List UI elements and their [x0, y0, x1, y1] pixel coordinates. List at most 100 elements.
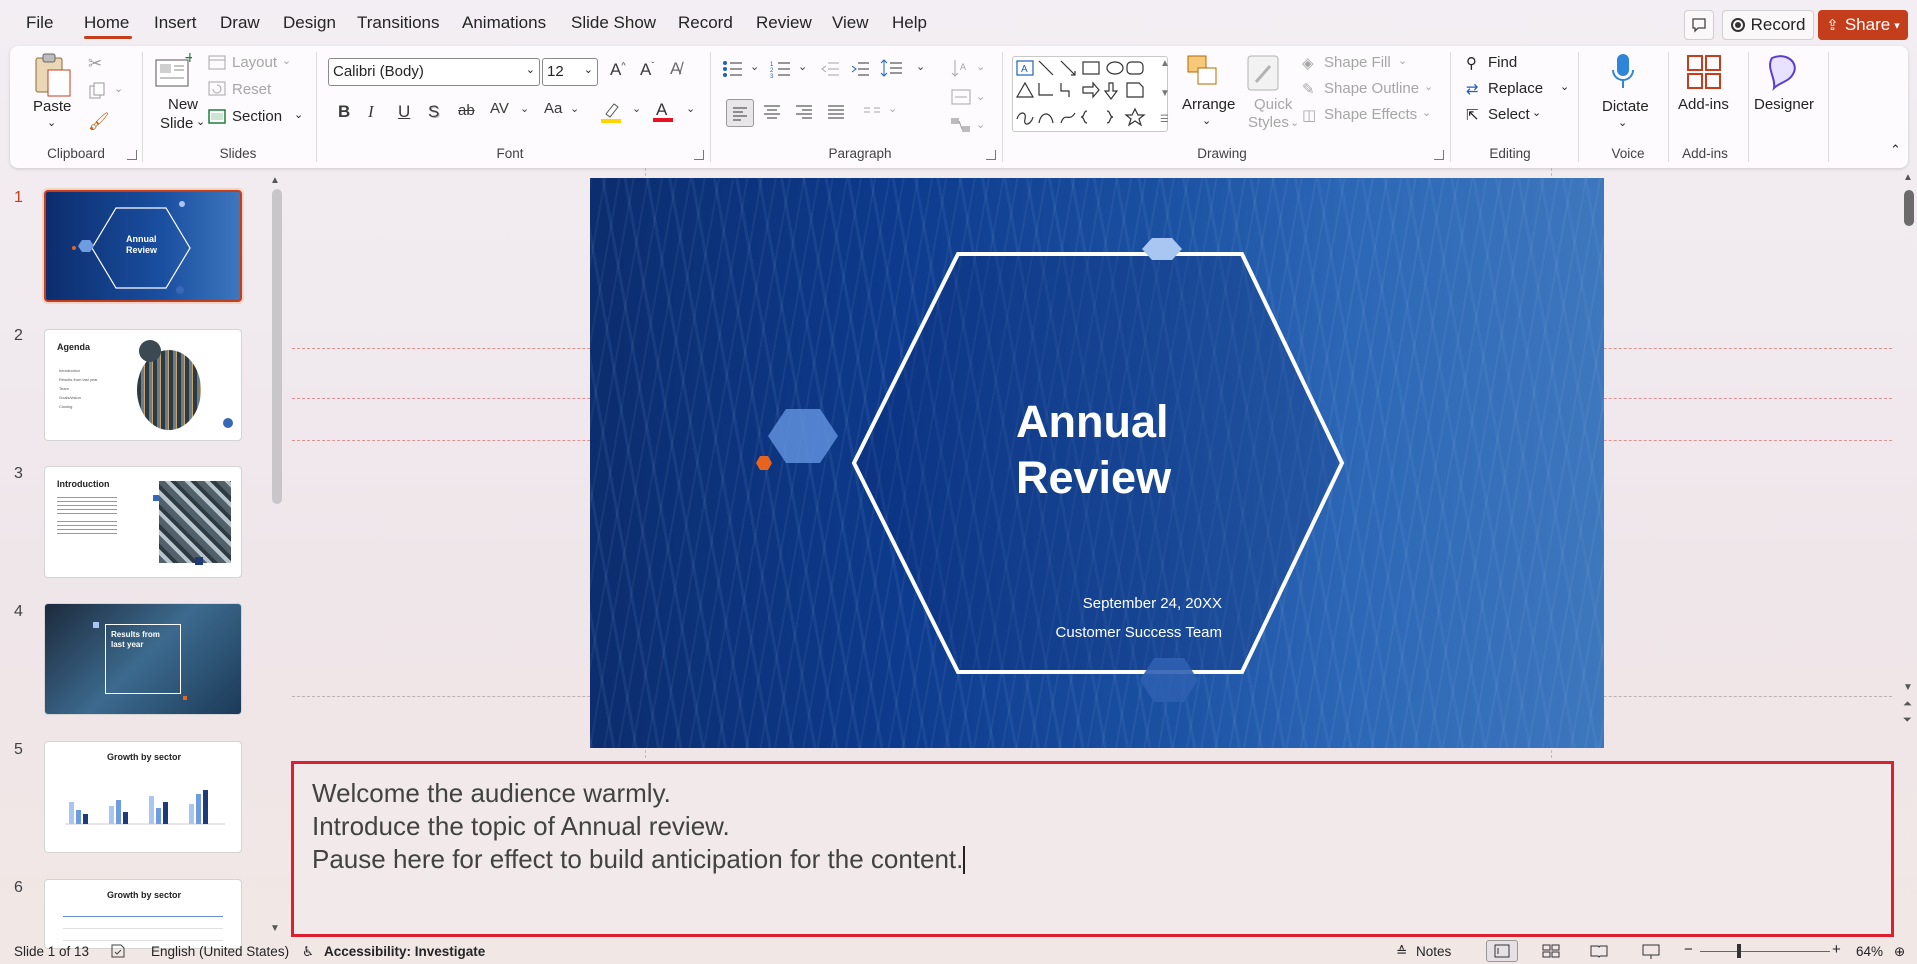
copy-dropdown-icon[interactable]: ⌄: [114, 82, 123, 95]
font-size-select[interactable]: 12 ⌄: [542, 58, 598, 86]
shapes-scroll-down-icon[interactable]: ▼: [1160, 88, 1170, 99]
editor-scroll-up-icon[interactable]: ▲: [1903, 172, 1913, 183]
menu-insert[interactable]: Insert: [154, 13, 197, 33]
microphone-icon[interactable]: [1610, 52, 1636, 95]
shapes-gallery[interactable]: A: [1012, 56, 1168, 132]
find-button[interactable]: Find: [1488, 54, 1517, 71]
italic-icon[interactable]: I: [368, 102, 374, 122]
shape-outline-button[interactable]: Shape Outline: [1324, 80, 1419, 97]
shape-outline-icon[interactable]: ✎: [1302, 80, 1315, 98]
highlight-dropdown-icon[interactable]: ⌄: [632, 102, 641, 115]
dictate-dropdown-icon[interactable]: ⌄: [1618, 116, 1627, 129]
change-case-dropdown-icon[interactable]: ⌄: [570, 102, 579, 115]
slide-show-icon[interactable]: [1642, 944, 1660, 963]
format-painter-icon[interactable]: 🖌: [88, 112, 110, 132]
next-slide-icon[interactable]: ⏷: [1903, 714, 1912, 727]
quick-styles-label-2[interactable]: Styles: [1248, 114, 1289, 131]
line-spacing-icon[interactable]: [880, 58, 904, 81]
arrange-button[interactable]: Arrange: [1182, 96, 1235, 113]
addins-button[interactable]: Add-ins: [1678, 96, 1729, 113]
shape-effects-icon[interactable]: ◫: [1302, 106, 1316, 124]
cut-icon[interactable]: ✂: [88, 54, 102, 74]
select-icon[interactable]: ⇱: [1466, 106, 1479, 124]
slide-thumbnail-5[interactable]: Growth by sector: [44, 741, 242, 853]
menu-record[interactable]: Record: [678, 13, 733, 33]
change-case-icon[interactable]: Aa: [544, 100, 562, 117]
shape-fill-button[interactable]: Shape Fill: [1324, 54, 1391, 71]
reading-view-icon[interactable]: [1590, 944, 1608, 961]
copy-icon[interactable]: [88, 82, 106, 103]
shape-fill-icon[interactable]: ◈: [1302, 54, 1314, 72]
shape-effects-dropdown-icon[interactable]: ⌄: [1422, 106, 1431, 119]
align-center-icon[interactable]: [762, 102, 782, 125]
quick-styles-dropdown-icon[interactable]: ⌄: [1290, 116, 1299, 129]
menu-help[interactable]: Help: [892, 13, 927, 33]
shape-outline-dropdown-icon[interactable]: ⌄: [1424, 80, 1433, 93]
layout-dropdown-icon[interactable]: ⌄: [282, 54, 291, 67]
zoom-level[interactable]: 64%: [1856, 944, 1883, 959]
zoom-in-icon[interactable]: +: [1832, 941, 1841, 958]
decrease-indent-icon[interactable]: [820, 60, 840, 81]
notes-button[interactable]: Notes: [1416, 944, 1451, 959]
arrange-dropdown-icon[interactable]: ⌄: [1202, 114, 1211, 127]
replace-icon[interactable]: ⇄: [1466, 80, 1479, 98]
justify-icon[interactable]: [826, 102, 846, 125]
font-color-icon[interactable]: A: [652, 98, 674, 127]
replace-button[interactable]: Replace: [1488, 80, 1543, 97]
decrease-font-size-icon[interactable]: Aˇ: [640, 60, 654, 80]
menu-design[interactable]: Design: [283, 13, 336, 33]
quick-styles-label-1[interactable]: Quick: [1254, 96, 1292, 113]
zoom-slider-thumb[interactable]: [1737, 944, 1741, 958]
previous-slide-icon[interactable]: ⏶: [1903, 698, 1912, 711]
spelling-icon[interactable]: [110, 944, 126, 961]
comments-button[interactable]: [1684, 10, 1714, 40]
align-text-dropdown-icon[interactable]: ⌄: [976, 90, 985, 103]
designer-icon[interactable]: [1766, 52, 1802, 95]
slide-team[interactable]: Customer Success Team: [962, 624, 1222, 641]
accessibility-status[interactable]: Accessibility: Investigate: [324, 944, 485, 959]
slide-date[interactable]: September 24, 20XX: [962, 595, 1222, 612]
menu-file[interactable]: File: [26, 13, 53, 33]
paragraph-dialog-launcher[interactable]: [986, 150, 996, 160]
underline-icon[interactable]: U: [398, 102, 410, 122]
layout-icon[interactable]: [208, 55, 226, 74]
zoom-out-icon[interactable]: −: [1684, 941, 1693, 958]
reset-icon[interactable]: [208, 81, 226, 100]
paste-button[interactable]: [30, 52, 74, 102]
menu-home[interactable]: Home: [84, 13, 129, 33]
font-color-dropdown-icon[interactable]: ⌄: [686, 102, 695, 115]
notes-icon[interactable]: ≙: [1396, 944, 1407, 960]
numbering-dropdown-icon[interactable]: ⌄: [798, 60, 807, 73]
slide-thumbnail-3[interactable]: Introduction: [44, 466, 242, 578]
numbering-icon[interactable]: 123: [770, 60, 792, 81]
smartart-dropdown-icon[interactable]: ⌄: [976, 118, 985, 131]
shapes-more-icon[interactable]: ☰: [1160, 114, 1169, 125]
character-spacing-icon[interactable]: AV: [490, 100, 509, 117]
increase-indent-icon[interactable]: [850, 60, 870, 81]
slide-thumbnail-2[interactable]: Agenda Introduction Results from last ye…: [44, 329, 242, 441]
speaker-notes-pane[interactable]: Welcome the audience warmly. Introduce t…: [291, 761, 1894, 937]
arrange-icon[interactable]: [1186, 54, 1222, 93]
slide-sorter-icon[interactable]: [1542, 944, 1560, 961]
paste-dropdown-icon[interactable]: ⌄: [47, 116, 56, 129]
select-dropdown-icon[interactable]: ⌄: [1532, 106, 1541, 119]
language-status[interactable]: English (United States): [151, 944, 289, 959]
new-slide-button[interactable]: +: [154, 50, 196, 95]
accessibility-icon[interactable]: ♿: [302, 944, 314, 960]
layout-button[interactable]: Layout: [232, 54, 277, 71]
bold-icon[interactable]: B: [338, 102, 350, 122]
smartart-icon[interactable]: [950, 116, 972, 137]
collapse-ribbon-icon[interactable]: ⌃: [1890, 142, 1901, 158]
line-spacing-dropdown-icon[interactable]: ⌄: [916, 60, 925, 73]
zoom-slider-track[interactable]: [1700, 951, 1830, 952]
text-direction-dropdown-icon[interactable]: ⌄: [976, 60, 985, 73]
align-right-icon[interactable]: [794, 102, 814, 125]
drawing-dialog-launcher[interactable]: [1434, 150, 1444, 160]
text-direction-icon[interactable]: A: [950, 58, 970, 81]
slide-thumbnail-1[interactable]: Annual Review: [44, 190, 242, 302]
menu-draw[interactable]: Draw: [220, 13, 260, 33]
clear-formatting-icon[interactable]: A̸: [670, 59, 681, 79]
designer-button[interactable]: Designer: [1754, 96, 1814, 113]
editor-scrollbar-thumb[interactable]: [1904, 190, 1914, 226]
text-shadow-icon[interactable]: S: [428, 102, 439, 122]
